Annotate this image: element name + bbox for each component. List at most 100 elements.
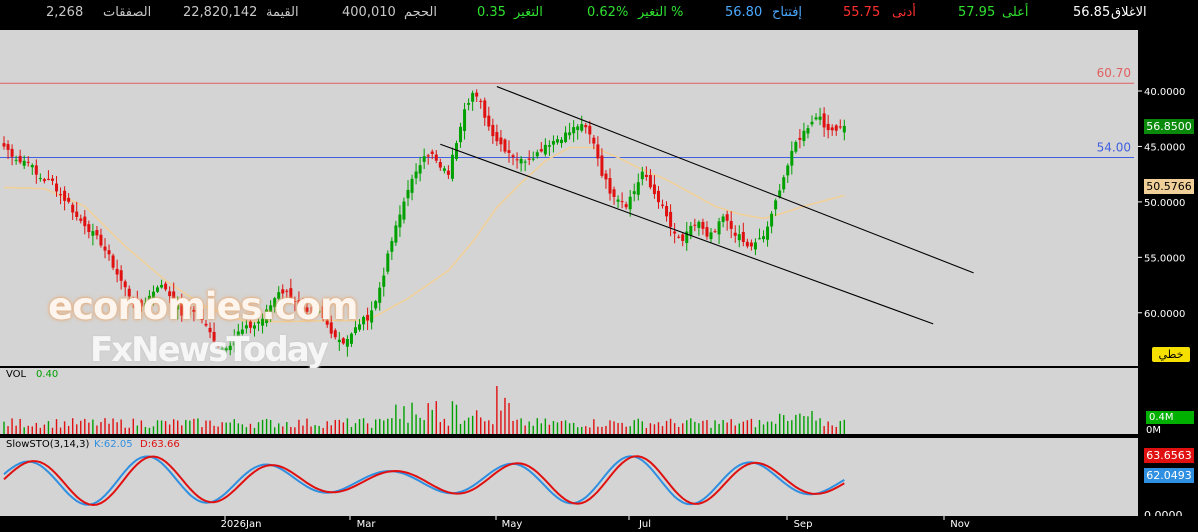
volume-bar <box>669 418 672 434</box>
candle <box>79 214 83 224</box>
candle <box>406 180 410 207</box>
candle <box>713 228 717 233</box>
candle <box>810 115 814 127</box>
volume-bar <box>11 418 13 434</box>
volume-bar <box>657 422 660 434</box>
volume-bar <box>827 421 829 434</box>
volume-bar <box>459 423 462 434</box>
candle <box>374 299 378 311</box>
candle <box>729 211 733 239</box>
volume-bar <box>298 419 300 434</box>
volume-bar <box>193 418 195 434</box>
volume-panel[interactable]: VOL 0.40 <box>0 368 1138 434</box>
candle <box>624 201 628 210</box>
resistance-label: 60.70 <box>1097 66 1131 80</box>
candle <box>333 328 337 340</box>
candle <box>620 192 624 209</box>
candle <box>600 148 604 178</box>
volume-bar <box>589 427 591 434</box>
volume-bar <box>787 420 789 434</box>
candle <box>564 126 568 144</box>
volume-bar <box>496 386 498 434</box>
volume-bar <box>625 426 627 434</box>
candle <box>107 244 111 261</box>
candle <box>697 220 701 236</box>
candle <box>479 98 483 109</box>
volume-bar <box>556 422 559 434</box>
candle <box>834 124 838 136</box>
candle <box>410 174 414 201</box>
candle <box>766 221 770 247</box>
candle <box>386 250 390 275</box>
volume-bar <box>132 418 134 434</box>
volume-bar <box>637 418 639 434</box>
volume-bar <box>245 427 248 434</box>
candle <box>87 220 91 239</box>
candle <box>701 218 705 235</box>
stochastic-panel[interactable]: SlowSTO(3,14,3) K:62.05 D:63.66 <box>0 438 1138 516</box>
volume-bar <box>342 422 345 434</box>
candle <box>774 198 778 217</box>
volume-bar <box>520 418 522 434</box>
volume-bar <box>746 420 749 434</box>
volume-bar <box>370 427 373 434</box>
volume-bar <box>758 419 761 434</box>
y-tick-label: 55.0000 <box>1144 253 1185 264</box>
candle <box>588 120 592 144</box>
candle <box>99 228 103 248</box>
candle <box>499 129 503 152</box>
volume-bar <box>362 418 365 434</box>
volume-bar <box>197 418 199 434</box>
volume-bar <box>411 402 413 434</box>
candle <box>14 155 18 165</box>
candle <box>115 259 119 283</box>
y-tick-label: 40.0000 <box>1144 87 1185 98</box>
candle <box>503 138 507 154</box>
volume-bar <box>383 420 385 434</box>
volume-chart-svg <box>3 386 846 434</box>
drawing-mode-button[interactable]: خطي <box>1152 347 1190 362</box>
volume-bar <box>536 418 538 434</box>
price-axis[interactable]: 60.0000 55.0000 50.0000 45.0000 40.0000 <box>1138 30 1198 366</box>
volume-value: 400,010 <box>342 5 396 20</box>
high-label: أعلى <box>1002 5 1029 20</box>
volume-bar <box>310 426 312 434</box>
open-value: 56.80 <box>725 5 763 20</box>
candle <box>83 210 87 235</box>
volume-bar <box>447 425 450 434</box>
volume-bar <box>576 427 579 434</box>
candle <box>721 213 725 228</box>
volume-bar <box>770 421 773 434</box>
volume-bar <box>27 425 29 434</box>
candle <box>67 193 71 204</box>
volume-bar <box>484 421 486 434</box>
volume-bar <box>294 427 296 434</box>
time-axis[interactable]: 2026Jan Mar May Jul Sep Nov <box>0 516 1198 532</box>
volume-bar <box>318 425 320 434</box>
volume-bar <box>427 403 429 434</box>
volume-bar <box>152 426 155 434</box>
volume-bar <box>613 421 615 434</box>
candle <box>434 150 438 164</box>
volume-zero-tick: 0M <box>1146 425 1161 436</box>
candle <box>390 237 394 260</box>
volume-bar <box>76 424 78 434</box>
candle <box>418 156 422 182</box>
value-label: القيمة <box>266 5 299 20</box>
candle <box>733 225 737 243</box>
candle <box>370 301 374 330</box>
candle <box>547 140 551 156</box>
volume-bar <box>593 419 595 434</box>
volume-indicator-label: VOL <box>6 369 27 380</box>
volume-bar <box>23 427 25 434</box>
volume-bar <box>451 401 454 434</box>
volume-bar <box>286 422 288 434</box>
volume-bar <box>722 420 724 434</box>
candle <box>422 148 426 170</box>
candle <box>580 115 584 133</box>
volume-bar <box>710 427 712 434</box>
volume-bar <box>843 419 846 434</box>
volume-bar <box>51 427 54 434</box>
candle <box>608 168 612 201</box>
volume-bar <box>128 427 130 434</box>
